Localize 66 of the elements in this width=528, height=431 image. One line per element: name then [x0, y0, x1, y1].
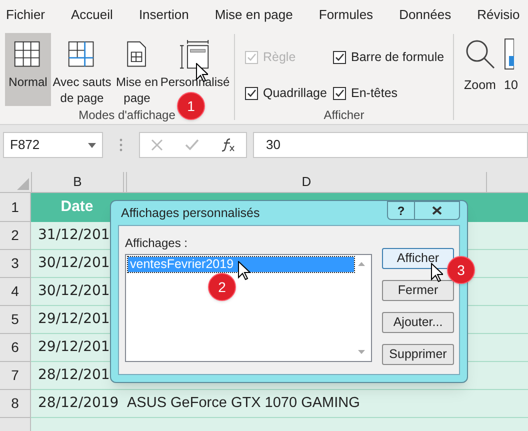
view-mode-button[interactable]: Avec sauts de page: [51, 33, 113, 106]
table-cell-text: 28/12/201: [37, 366, 111, 385]
row-header[interactable]: 1: [0, 193, 31, 222]
formula-value: 30: [266, 136, 280, 154]
row-header[interactable]: 6: [0, 334, 31, 362]
grip-icon: [119, 138, 123, 152]
table-cell-text: 29/12/201: [37, 338, 111, 357]
view-mode-button[interactable]: Normal: [5, 33, 51, 106]
cursor-icon: [431, 263, 443, 282]
function-icon[interactable]: [221, 138, 235, 152]
checkbox-icon: [333, 51, 346, 64]
row-header[interactable]: 3: [0, 250, 31, 278]
table-cell-text: 28/12/2019: [37, 394, 120, 413]
menu-tab[interactable]: Mise en page: [214, 5, 293, 25]
dialog-title: Affichages personnalisés: [120, 204, 260, 222]
row-header[interactable]: 7: [0, 362, 31, 390]
magnifier-icon: [464, 38, 496, 70]
enter-icon[interactable]: [185, 139, 199, 151]
view-icon: [180, 40, 210, 70]
column-title: Date: [60, 196, 94, 217]
dialog-button[interactable]: Afficher: [382, 248, 454, 269]
menu-tab[interactable]: Accueil: [71, 5, 113, 25]
close-icon: [432, 206, 442, 215]
help-button[interactable]: ?: [387, 201, 415, 220]
page-icon: [504, 38, 514, 70]
table-cell-text: 30/12/201: [37, 254, 111, 273]
table-cell-text: 31/12/201: [37, 226, 111, 245]
column-header[interactable]: D: [127, 172, 487, 192]
group-label: Afficher: [322, 107, 366, 124]
scroll-down-icon[interactable]: [358, 350, 365, 354]
menu-tab[interactable]: Fichier: [6, 5, 46, 25]
close-button[interactable]: [415, 201, 460, 220]
cancel-icon[interactable]: [151, 139, 163, 151]
select-all-icon[interactable]: [17, 178, 29, 190]
zoom-button[interactable]: Zoom: [464, 38, 496, 124]
row-header[interactable]: 4: [0, 278, 31, 306]
row-header[interactable]: 2: [0, 222, 31, 250]
checkbox[interactable]: Quadrillage: [245, 81, 333, 106]
table-cell-text: 29/12/201: [37, 310, 111, 329]
checkbox: Règle: [245, 45, 333, 70]
zoom-100-button[interactable]: 10: [504, 76, 518, 95]
scroll-up-icon[interactable]: [358, 262, 365, 266]
menu-tab[interactable]: Données: [399, 5, 452, 25]
list-label: Affichages :: [125, 235, 188, 252]
checkbox[interactable]: Barre de formule: [333, 45, 453, 70]
checkbox[interactable]: En-têtes: [333, 81, 453, 106]
formula-field[interactable]: 30: [253, 132, 528, 158]
cell-reference: F872: [10, 136, 40, 154]
view-mode-button[interactable]: Mise en page: [113, 33, 161, 106]
cursor-icon: [238, 261, 250, 280]
dialog-button[interactable]: Ajouter...: [382, 312, 454, 333]
menu-tab[interactable]: Formules: [318, 5, 374, 25]
table-cell-text: 30/12/201: [37, 282, 111, 301]
row-header[interactable]: 8: [0, 390, 31, 418]
checkbox-icon: [245, 51, 258, 64]
row-header[interactable]: 5: [0, 306, 31, 334]
name-box[interactable]: F872: [3, 132, 103, 158]
checkbox-icon: [333, 87, 346, 100]
column-header[interactable]: B: [31, 172, 123, 192]
dialog-button[interactable]: Supprimer: [382, 344, 454, 365]
checkbox-icon: [245, 87, 258, 100]
menu-tab[interactable]: Révisio: [477, 5, 520, 25]
menu-tab[interactable]: Insertion: [138, 5, 189, 25]
dropdown-icon: [88, 142, 96, 148]
table-cell-text: ASUS GeForce GTX 1070 GAMING: [127, 394, 360, 413]
dialog-button[interactable]: Fermer: [382, 280, 454, 301]
